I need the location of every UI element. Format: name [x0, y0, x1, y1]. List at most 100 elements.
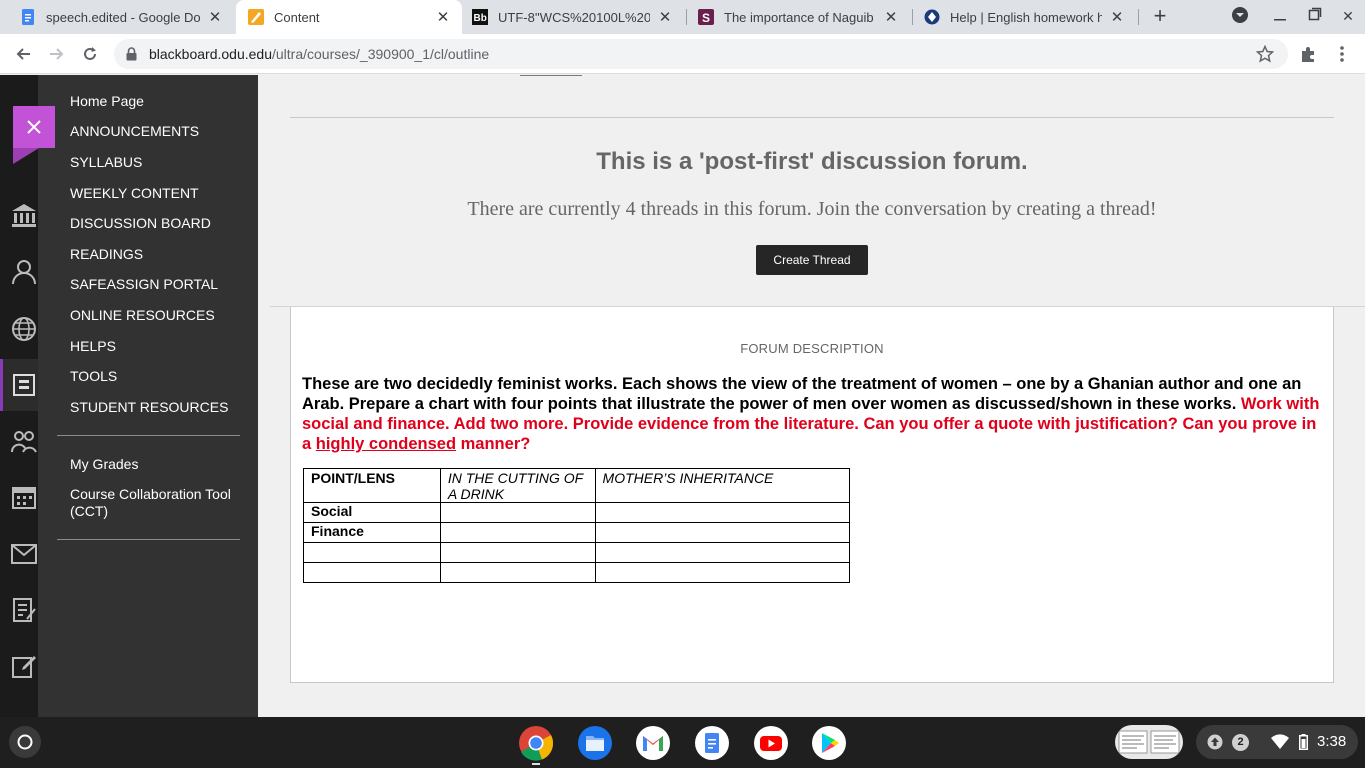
- tab-help-english[interactable]: Help | English homework he ✕: [914, 0, 1136, 34]
- forum-thread-count-message: There are currently 4 threads in this fo…: [467, 198, 1157, 220]
- close-course-menu-button[interactable]: [13, 106, 55, 148]
- blackboard-bb-icon: Bb: [472, 9, 488, 25]
- docs-icon[interactable]: [694, 725, 730, 761]
- tab-title: speech.edited - Google Docs: [46, 9, 200, 25]
- table-cell: [439, 502, 596, 523]
- table-row: Social: [303, 502, 851, 523]
- files-icon[interactable]: [577, 725, 613, 761]
- organizations-icon[interactable]: [10, 427, 38, 455]
- extensions-puzzle-icon[interactable]: [1296, 42, 1320, 66]
- system-tray[interactable]: 2 3:38: [1196, 725, 1358, 759]
- notification-count-badge: 2: [1232, 734, 1249, 751]
- close-icon[interactable]: ✕: [206, 8, 224, 26]
- table-row: [303, 562, 851, 583]
- menu-item-announcements[interactable]: ANNOUNCEMENTS: [70, 123, 199, 139]
- launcher-circle-icon: [17, 734, 33, 750]
- courses-icon[interactable]: [10, 371, 38, 399]
- table-row: Finance: [303, 522, 851, 543]
- gmail-icon[interactable]: [635, 725, 671, 761]
- google-docs-icon: [20, 9, 36, 25]
- close-icon[interactable]: ✕: [1108, 8, 1126, 26]
- tab-naguib[interactable]: S The importance of Naguib M ✕: [688, 0, 910, 34]
- wifi-icon: [1271, 734, 1289, 755]
- new-tab-plus-icon[interactable]: +: [1150, 5, 1170, 27]
- forward-arrow-icon[interactable]: [45, 42, 69, 66]
- menu-item-my-grades[interactable]: My Grades: [70, 456, 138, 472]
- menu-item-syllabus[interactable]: SYLLABUS: [70, 154, 142, 170]
- clock-time: 3:38: [1317, 733, 1347, 750]
- tab-title: UTF-8''WCS%20100L%2016: [498, 9, 650, 25]
- point-lens-chart-table: POINT/LENS IN THE CUTTING OF A DRINK MOT…: [303, 468, 851, 583]
- table-header-cell: POINT/LENS: [303, 468, 441, 503]
- tab-search-icon[interactable]: [1230, 6, 1250, 26]
- menu-item-course-collaboration-tool[interactable]: Course Collaboration Tool (CCT): [70, 486, 231, 519]
- globe-activity-icon[interactable]: [10, 315, 38, 343]
- close-icon[interactable]: ✕: [882, 8, 900, 26]
- svg-text:Bb: Bb: [474, 13, 487, 24]
- table-row: [303, 542, 851, 563]
- holding-space-thumbnail[interactable]: [1115, 725, 1183, 759]
- help-site-icon: [924, 9, 940, 25]
- launcher-button[interactable]: [9, 726, 41, 758]
- calendar-icon[interactable]: [10, 483, 38, 511]
- document-preview-icon: [1118, 730, 1180, 754]
- blackboard-pencil-icon: [248, 9, 264, 25]
- battery-icon: [1299, 734, 1308, 755]
- table-cell: [439, 542, 596, 563]
- table-cell: [594, 542, 851, 563]
- running-app-indicator: [532, 763, 540, 765]
- bookmark-star-icon[interactable]: [1255, 44, 1275, 68]
- ultra-base-nav-rail: [0, 75, 38, 717]
- reload-icon[interactable]: [78, 42, 102, 66]
- close-icon: [27, 120, 41, 134]
- menu-item-home-page[interactable]: Home Page: [70, 93, 144, 109]
- tab-utf8-document[interactable]: Bb UTF-8''WCS%20100L%2016 ✕: [464, 0, 684, 34]
- tab-content[interactable]: Content ✕: [236, 0, 462, 34]
- youtube-icon[interactable]: [753, 725, 789, 761]
- forum-description-label: FORUM DESCRIPTION: [740, 341, 884, 356]
- minimize-icon[interactable]: [1270, 6, 1290, 26]
- menu-close-tail: [13, 148, 39, 164]
- menu-item-weekly-content[interactable]: WEEKLY CONTENT: [70, 185, 199, 201]
- menu-divider: [57, 435, 240, 436]
- menu-item-discussion-board[interactable]: DISCUSSION BOARD: [70, 215, 211, 231]
- forum-description-text: These are two decidedly feminist works. …: [302, 375, 1320, 453]
- table-header-row: POINT/LENS IN THE CUTTING OF A DRINK MOT…: [303, 468, 851, 503]
- svg-text:S: S: [702, 11, 710, 25]
- menu-item-helps[interactable]: HELPS: [70, 338, 116, 354]
- menu-item-safeassign-portal[interactable]: SAFEASSIGN PORTAL: [70, 276, 218, 292]
- upload-arrow-icon: [1207, 734, 1223, 755]
- table-cell: [594, 522, 851, 543]
- table-cell: [594, 562, 851, 583]
- menu-item-online-resources[interactable]: ONLINE RESOURCES: [70, 307, 215, 323]
- lock-icon: [126, 47, 137, 66]
- tab-strip: speech.edited - Google Docs ✕ Content ✕ …: [0, 0, 1365, 34]
- grades-icon[interactable]: [10, 596, 38, 624]
- chrome-icon[interactable]: [518, 725, 554, 761]
- menu-item-tools[interactable]: TOOLS: [70, 368, 117, 384]
- messages-envelope-icon[interactable]: [10, 540, 38, 568]
- tab-google-docs[interactable]: speech.edited - Google Docs ✕: [8, 0, 234, 34]
- menu-item-readings[interactable]: READINGS: [70, 246, 143, 262]
- play-store-icon[interactable]: [811, 725, 847, 761]
- table-cell: Social: [303, 502, 441, 523]
- menu-item-student-resources[interactable]: STUDENT RESOURCES: [70, 399, 228, 415]
- table-header-cell: MOTHER’S INHERITANCE: [594, 468, 851, 503]
- table-cell: [303, 542, 441, 563]
- close-icon[interactable]: ✕: [656, 8, 674, 26]
- url-text: blackboard.odu.edu/ultra/courses/_390900…: [149, 46, 490, 62]
- create-thread-button[interactable]: Create Thread: [756, 245, 868, 275]
- close-icon[interactable]: ✕: [434, 8, 452, 26]
- tab-title: Help | English homework he: [950, 9, 1102, 25]
- back-arrow-icon[interactable]: [11, 42, 35, 66]
- address-bar[interactable]: blackboard.odu.edu/ultra/courses/_390900…: [114, 39, 1288, 69]
- window-close-icon[interactable]: ✕: [1338, 6, 1358, 26]
- restore-icon[interactable]: [1305, 6, 1325, 26]
- forum-description-panel: FORUM DESCRIPTION These are two decidedl…: [290, 307, 1334, 683]
- table-header-cell: IN THE CUTTING OF A DRINK: [439, 468, 596, 503]
- profile-person-icon[interactable]: [10, 258, 38, 286]
- browser-menu-icon[interactable]: [1330, 42, 1354, 66]
- edit-tools-icon[interactable]: [10, 652, 38, 680]
- table-cell: [439, 562, 596, 583]
- institution-icon[interactable]: [10, 201, 38, 229]
